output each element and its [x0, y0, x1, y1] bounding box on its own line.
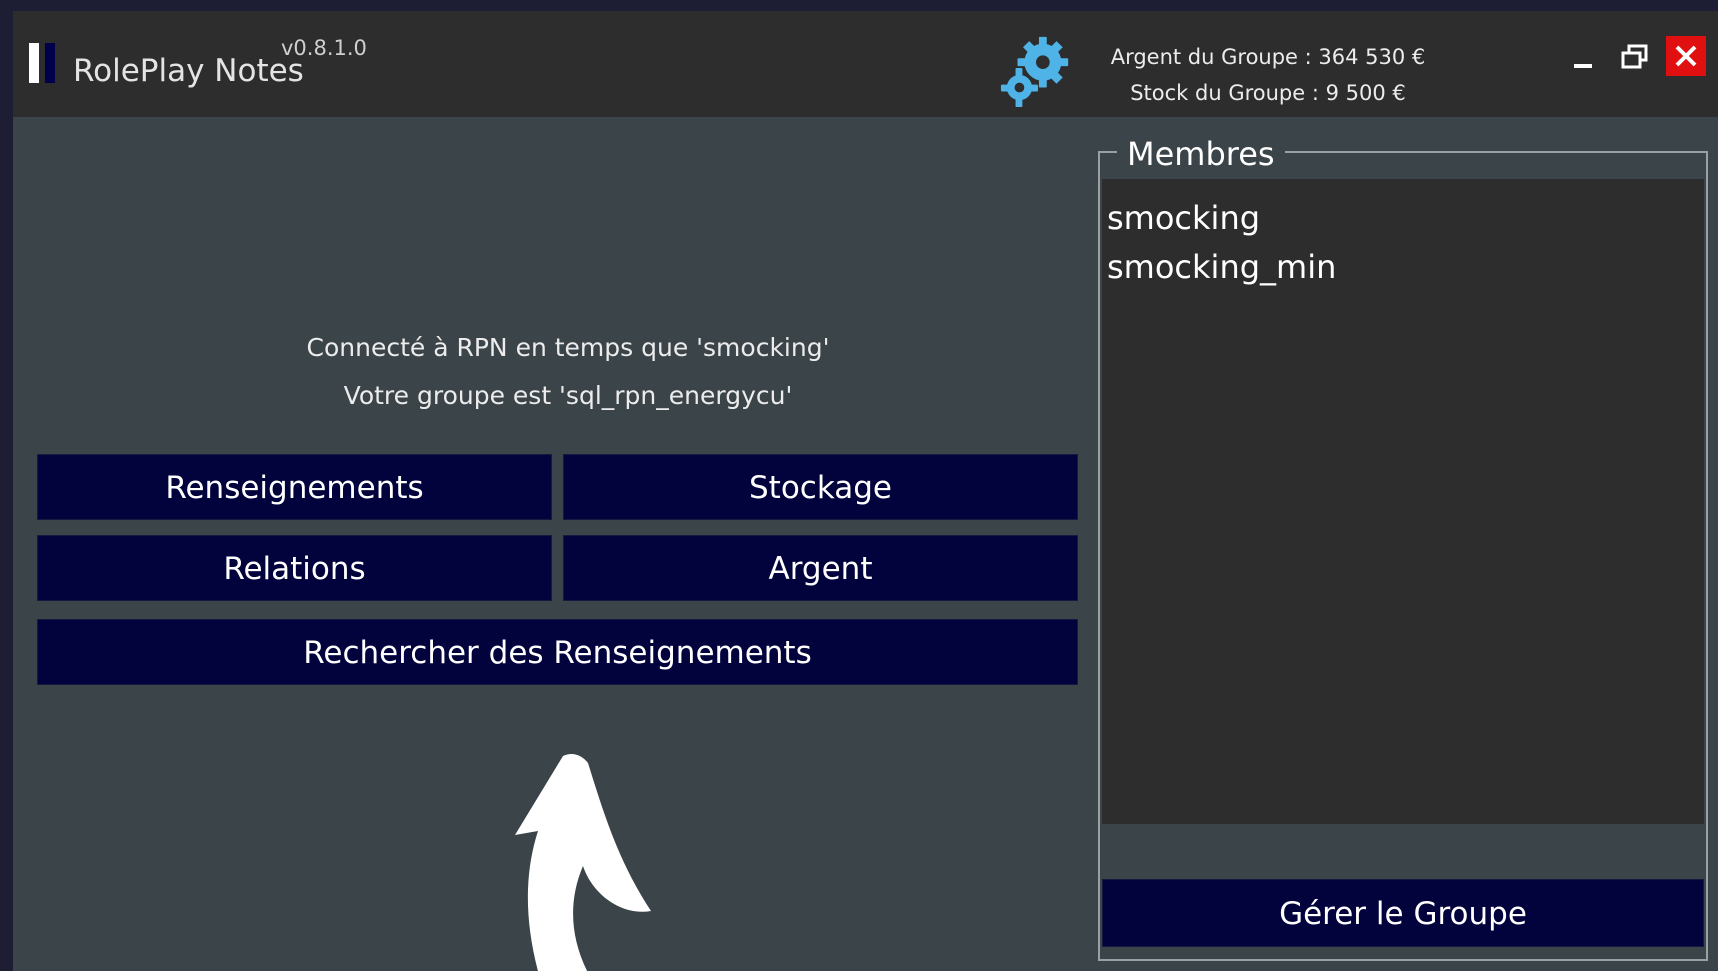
group-status: Votre groupe est 'sql_rpn_energycu' [343, 381, 793, 410]
renseignements-button[interactable]: Renseignements [37, 454, 552, 520]
gerer-groupe-button[interactable]: Gérer le Groupe [1102, 879, 1704, 947]
gears-icon[interactable] [998, 31, 1076, 109]
rechercher-renseignements-button[interactable]: Rechercher des Renseignements [37, 619, 1078, 685]
up-arrow-icon [515, 754, 651, 971]
group-money-label: Argent du Groupe : 364 530 € [1110, 45, 1426, 69]
argent-button[interactable]: Argent [563, 535, 1078, 601]
relations-button[interactable]: Relations [37, 535, 552, 601]
group-money-panel: Argent du Groupe : 364 530 € Stock du Gr… [1098, 39, 1438, 111]
app-title: RolePlay Notes [73, 53, 304, 89]
group-stock-label: Stock du Groupe : 9 500 € [1130, 81, 1406, 105]
minimize-icon [1574, 64, 1592, 68]
restore-icon [1621, 44, 1648, 69]
logo-bar-white [29, 43, 39, 83]
title-bar[interactable]: RolePlay Notes v0.8.1.0 Argent du Groupe… [13, 11, 1718, 117]
app-logo [29, 43, 57, 83]
list-item[interactable]: smocking_min [1107, 248, 1336, 286]
list-item[interactable]: smocking [1107, 199, 1260, 237]
stockage-button[interactable]: Stockage [563, 454, 1078, 520]
connection-status: Connecté à RPN en temps que 'smocking' [306, 333, 830, 362]
minimize-button[interactable] [1564, 39, 1602, 77]
app-version: v0.8.1.0 [281, 36, 367, 60]
logo-bar-navy [45, 43, 55, 83]
app-window: RolePlay Notes v0.8.1.0 Argent du Groupe… [13, 11, 1718, 971]
restore-button[interactable] [1616, 39, 1654, 77]
close-button[interactable] [1666, 36, 1706, 76]
members-list[interactable]: smocking smocking_min [1102, 179, 1704, 824]
members-legend: Membres [1117, 135, 1285, 173]
close-icon [1675, 45, 1697, 67]
